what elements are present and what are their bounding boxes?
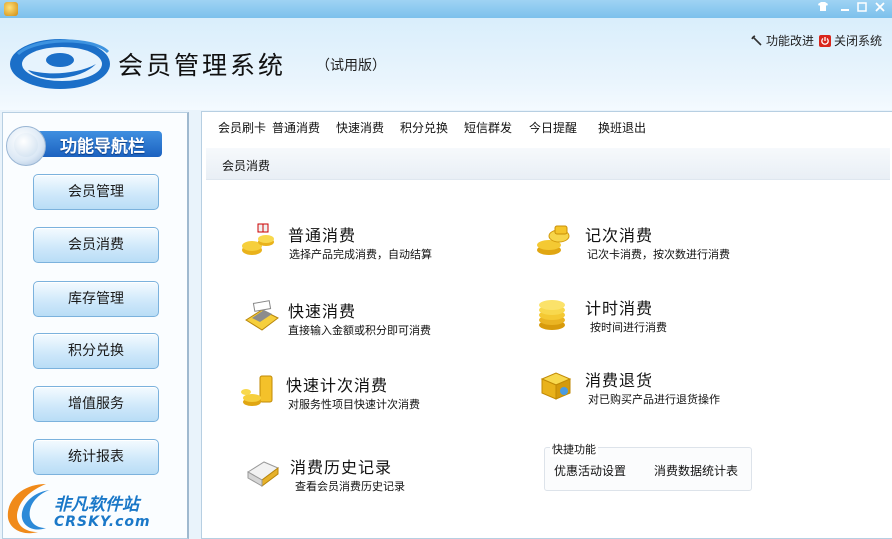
close-system-label: 关闭系统 — [834, 34, 883, 48]
improve-link-label: 功能改进 — [766, 34, 815, 48]
watermark-domain: CRSKY.com — [54, 514, 151, 530]
promo-settings-link[interactable]: 优惠活动设置 — [554, 462, 626, 479]
feature-desc: 选择产品完成消费，自动结算 — [289, 248, 432, 261]
coins-stack-icon — [537, 225, 570, 255]
feature-quick-count-consume[interactable]: 快速计次消费 对服务性项目快速计次消费 — [240, 372, 480, 416]
menu-shift-logout[interactable]: 换班退出 — [598, 119, 646, 136]
feature-normal-consume[interactable]: 普通消费 选择产品完成消费，自动结算 — [240, 222, 480, 266]
watermark-name: 非凡软件站 — [54, 495, 139, 515]
nav-heading: 功能导航栏 — [6, 126, 166, 166]
shirt-icon[interactable] — [812, 1, 834, 16]
menu-bar: 会员刷卡 普通消费 快速消费 积分兑换 短信群发 今日提醒 换班退出 — [202, 112, 892, 142]
menu-today-reminder[interactable]: 今日提醒 — [529, 119, 577, 136]
gold-coins-icon — [241, 375, 273, 406]
menu-sms-broadcast[interactable]: 短信群发 — [464, 119, 512, 136]
app-icon — [4, 2, 18, 16]
cash-register-icon — [245, 300, 279, 331]
close-system-link[interactable]: 关闭系统 — [819, 32, 882, 49]
improve-link[interactable]: 功能改进 — [751, 32, 814, 49]
coin-tower-icon — [539, 300, 565, 330]
feature-desc: 直接输入金额或积分即可消费 — [288, 324, 431, 337]
power-icon — [819, 34, 831, 47]
menu-points-exchange[interactable]: 积分兑换 — [400, 119, 448, 136]
feature-desc: 查看会员消费历史记录 — [295, 480, 405, 493]
feature-title: 消费历史记录 — [290, 458, 393, 477]
return-box-icon — [540, 372, 572, 400]
consumption-stats-link[interactable]: 消费数据统计表 — [654, 462, 738, 479]
feature-desc: 对已购买产品进行退货操作 — [588, 393, 720, 406]
feature-title: 普通消费 — [288, 226, 357, 245]
menu-quick-consume[interactable]: 快速消费 — [336, 119, 384, 136]
feature-desc: 按时间进行消费 — [590, 321, 667, 334]
nav-heading-badge-inner — [14, 133, 38, 157]
sidebar-item-value-added[interactable]: 增值服务 — [33, 386, 159, 422]
feature-desc: 记次卡消费，按次数进行消费 — [587, 248, 730, 261]
app-logo — [10, 39, 110, 89]
nav-heading-label: 功能导航栏 — [60, 137, 145, 157]
feature-title: 记次消费 — [585, 226, 654, 245]
feature-desc: 对服务性项目快速计次消费 — [288, 398, 420, 411]
wrench-icon — [751, 34, 763, 47]
feature-count-consume[interactable]: 记次消费 记次卡消费，按次数进行消费 — [535, 222, 775, 266]
breadcrumb: 会员消费 — [222, 159, 271, 173]
feature-return[interactable]: 消费退货 对已购买产品进行退货操作 — [536, 367, 776, 411]
feature-title: 快速消费 — [288, 302, 357, 321]
sidebar-item-inventory[interactable]: 库存管理 — [33, 281, 159, 317]
history-receipt-icon — [247, 461, 279, 487]
close-icon[interactable] — [869, 1, 891, 16]
app-title: 会员管理系统 — [118, 51, 287, 80]
title-bar — [0, 0, 892, 18]
sidebar-item-reports[interactable]: 统计报表 — [33, 439, 159, 475]
coins-gift-icon — [242, 223, 274, 255]
menu-normal-consume[interactable]: 普通消费 — [272, 119, 320, 136]
breadcrumb-bar: 会员消费 — [206, 148, 890, 180]
feature-history[interactable]: 消费历史记录 查看会员消费历史记录 — [244, 454, 484, 498]
app-edition: （试用版） — [316, 58, 386, 74]
main-panel: 会员刷卡 普通消费 快速消费 积分兑换 短信群发 今日提醒 换班退出 会员消费 … — [201, 111, 892, 539]
quick-functions-title: 快捷功能 — [550, 441, 598, 457]
app-header: 会员管理系统 （试用版） 功能改进 关闭系统 — [0, 18, 892, 110]
sidebar-item-member-consumption[interactable]: 会员消费 — [33, 227, 159, 263]
feature-title: 快速计次消费 — [286, 376, 389, 395]
sidebar-item-points-exchange[interactable]: 积分兑换 — [33, 333, 159, 369]
sidebar-item-member-management[interactable]: 会员管理 — [33, 174, 159, 210]
feature-quick-consume[interactable]: 快速消费 直接输入金额或积分即可消费 — [242, 298, 482, 342]
menu-swipe-card[interactable]: 会员刷卡 — [218, 119, 266, 136]
feature-timed-consume[interactable]: 计时消费 按时间进行消费 — [536, 295, 776, 339]
feature-title: 消费退货 — [585, 371, 654, 390]
feature-title: 计时消费 — [585, 299, 654, 318]
